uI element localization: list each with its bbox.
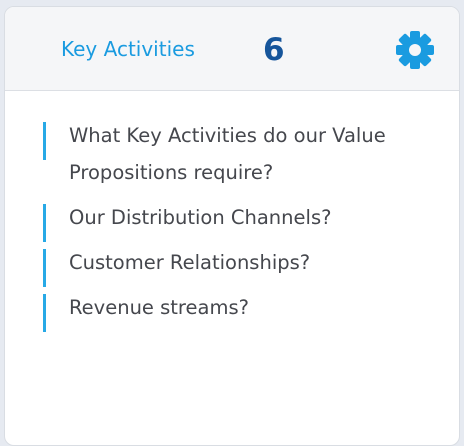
question-text: Revenue streams? bbox=[69, 296, 249, 319]
card-title: Key Activities bbox=[61, 37, 195, 61]
question-text: Our Distribution Channels? bbox=[69, 206, 332, 229]
item-marker bbox=[43, 204, 46, 242]
question-item: Our Distribution Channels? bbox=[43, 199, 453, 242]
key-activities-card: Key Activities 6 What Key Activities do … bbox=[4, 6, 460, 446]
activity-count: 6 bbox=[263, 32, 285, 68]
question-list: What Key Activities do our Value Proposi… bbox=[43, 117, 453, 334]
question-text: What Key Activities do our Value Proposi… bbox=[69, 124, 386, 184]
card-header: Key Activities 6 bbox=[5, 7, 459, 91]
gear-icon[interactable] bbox=[393, 28, 437, 72]
item-marker bbox=[43, 249, 46, 287]
question-item: What Key Activities do our Value Proposi… bbox=[43, 117, 453, 191]
question-item: Customer Relationships? bbox=[43, 244, 453, 287]
item-marker bbox=[43, 122, 46, 160]
question-item: Revenue streams? bbox=[43, 289, 453, 332]
item-marker bbox=[43, 294, 46, 332]
question-text: Customer Relationships? bbox=[69, 251, 311, 274]
